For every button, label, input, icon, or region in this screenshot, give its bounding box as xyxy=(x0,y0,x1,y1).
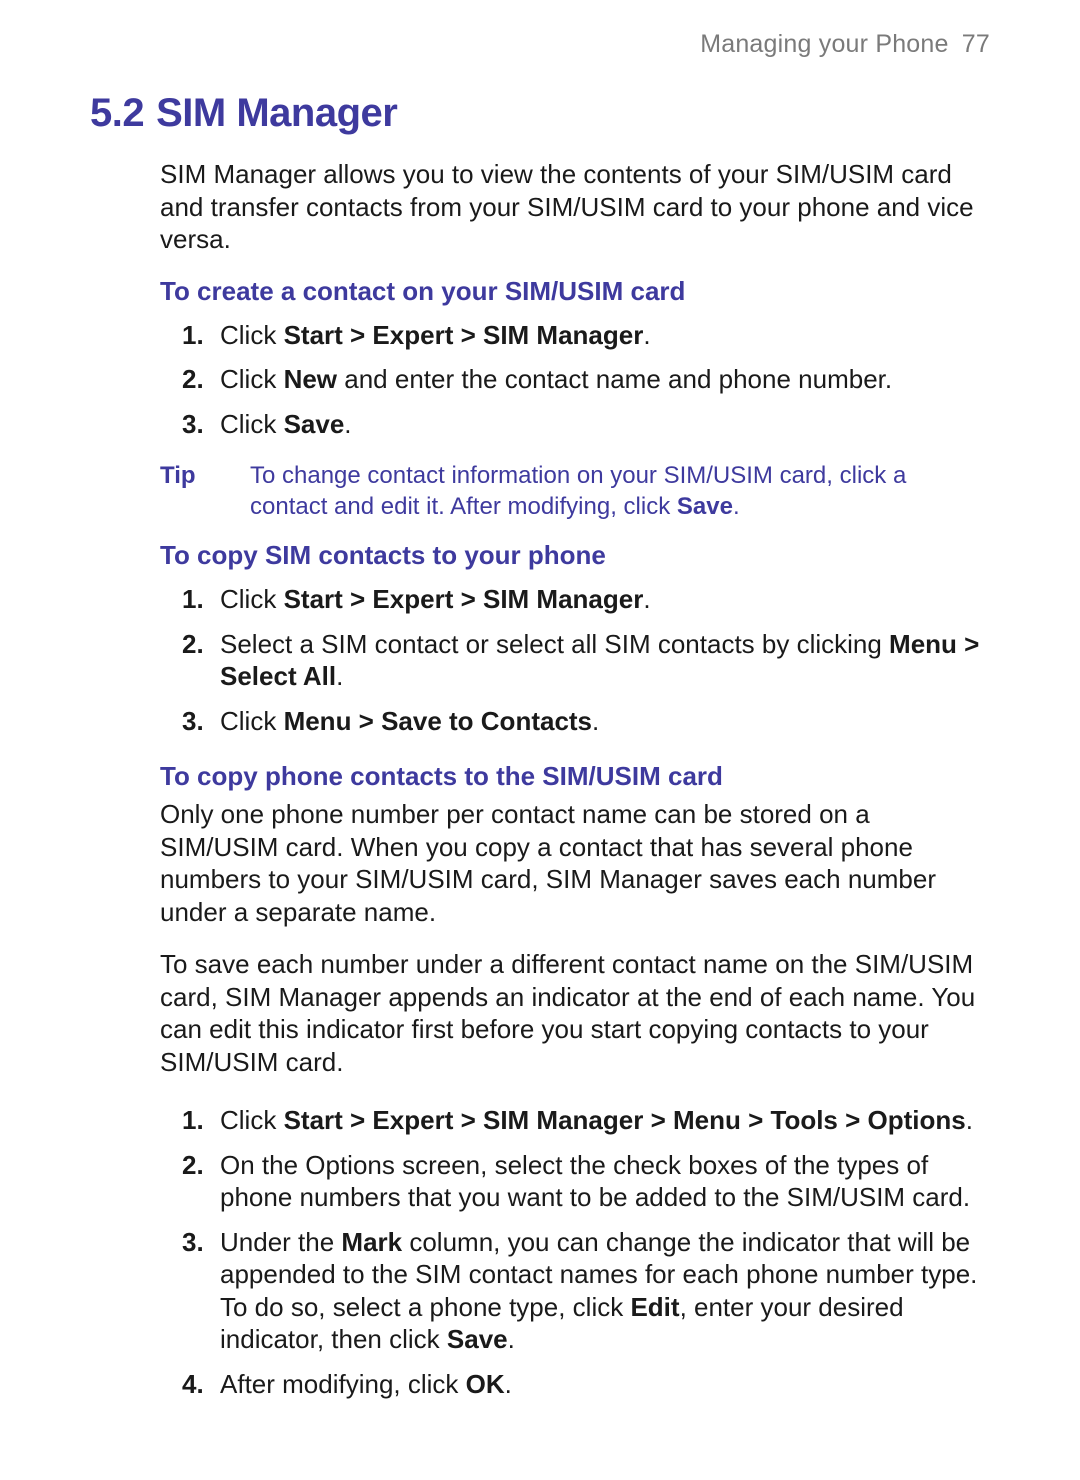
tip-block: Tip To change contact information on you… xyxy=(160,460,990,522)
page-number: 77 xyxy=(962,30,990,58)
step-bold: Save xyxy=(284,409,345,439)
step-marker: 2. xyxy=(182,363,204,396)
step-text: On the Options screen, select the check … xyxy=(220,1150,970,1213)
subhead-copy-to-phone: To copy SIM contacts to your phone xyxy=(160,540,990,571)
tip-label: Tip xyxy=(160,460,250,522)
step-marker: 3. xyxy=(182,705,204,738)
body-paragraph: Only one phone number per contact name c… xyxy=(160,798,990,928)
header-label: Managing your Phone xyxy=(700,30,948,58)
tip-body: To change contact information on your SI… xyxy=(250,460,990,522)
step-bold: Start > Expert > SIM Manager xyxy=(284,584,644,614)
section-number: 5.2 xyxy=(90,91,144,135)
list-item: 2. On the Options screen, select the che… xyxy=(90,1143,990,1220)
step-text: Click xyxy=(220,409,284,439)
step-text: Click xyxy=(220,584,284,614)
section-name: SIM Manager xyxy=(156,91,397,135)
step-text: Click xyxy=(220,1105,284,1135)
step-bold: Mark xyxy=(341,1227,402,1257)
step-text: . xyxy=(508,1324,515,1354)
step-marker: 4. xyxy=(182,1368,204,1401)
step-bold: Start > Expert > SIM Manager > Menu > To… xyxy=(284,1105,966,1135)
section-title: 5.2 SIM Manager xyxy=(90,91,990,136)
intro-paragraph: SIM Manager allows you to view the conte… xyxy=(160,158,990,256)
list-item: 4. After modifying, click OK. xyxy=(90,1362,990,1407)
tip-text: To change contact information on your SI… xyxy=(250,462,906,520)
step-marker: 1. xyxy=(182,1104,204,1137)
body-paragraph: To save each number under a different co… xyxy=(160,948,990,1078)
running-header: Managing your Phone 77 xyxy=(90,30,990,59)
tip-bold: Save xyxy=(677,493,733,520)
subhead-create-contact: To create a contact on your SIM/USIM car… xyxy=(160,276,990,307)
step-text: . xyxy=(966,1105,973,1135)
list-item: 2. Select a SIM contact or select all SI… xyxy=(90,622,990,699)
step-text: . xyxy=(344,409,351,439)
step-marker: 3. xyxy=(182,408,204,441)
step-bold: Start > Expert > SIM Manager xyxy=(284,320,644,350)
steps-copy-to-phone: 1. Click Start > Expert > SIM Manager. 2… xyxy=(90,577,990,743)
step-text: Click xyxy=(220,364,284,394)
list-item: 3. Click Save. xyxy=(90,402,990,447)
step-text: Click xyxy=(220,706,284,736)
step-text: Click xyxy=(220,320,284,350)
step-text: . xyxy=(643,320,650,350)
step-bold: Save xyxy=(447,1324,508,1354)
step-bold: Menu > Save to Contacts xyxy=(284,706,592,736)
step-text: After modifying, click xyxy=(220,1369,466,1399)
list-item: 1. Click Start > Expert > SIM Manager. xyxy=(90,577,990,622)
step-marker: 1. xyxy=(182,319,204,352)
list-item: 3. Click Menu > Save to Contacts. xyxy=(90,699,990,744)
step-bold: OK xyxy=(466,1369,505,1399)
step-marker: 2. xyxy=(182,628,204,661)
subhead-copy-to-sim: To copy phone contacts to the SIM/USIM c… xyxy=(160,761,990,792)
step-text: Select a SIM contact or select all SIM c… xyxy=(220,629,889,659)
step-marker: 1. xyxy=(182,583,204,616)
list-item: 3. Under the Mark column, you can change… xyxy=(90,1220,990,1362)
manual-page: Managing your Phone 77 5.2 SIM Manager SI… xyxy=(0,0,1080,1480)
steps-copy-to-sim: 1. Click Start > Expert > SIM Manager > … xyxy=(90,1098,990,1406)
list-item: 1. Click Start > Expert > SIM Manager. xyxy=(90,313,990,358)
step-text: . xyxy=(505,1369,512,1399)
step-bold: New xyxy=(284,364,337,394)
step-text: and enter the contact name and phone num… xyxy=(337,364,892,394)
step-text: Under the xyxy=(220,1227,341,1257)
tip-text: . xyxy=(733,493,740,520)
step-text: . xyxy=(643,584,650,614)
step-text: . xyxy=(592,706,599,736)
step-text: . xyxy=(336,661,343,691)
list-item: 2. Click New and enter the contact name … xyxy=(90,357,990,402)
step-marker: 2. xyxy=(182,1149,204,1182)
steps-create-contact: 1. Click Start > Expert > SIM Manager. 2… xyxy=(90,313,990,447)
list-item: 1. Click Start > Expert > SIM Manager > … xyxy=(90,1098,990,1143)
step-marker: 3. xyxy=(182,1226,204,1259)
step-bold: Edit xyxy=(630,1292,679,1322)
